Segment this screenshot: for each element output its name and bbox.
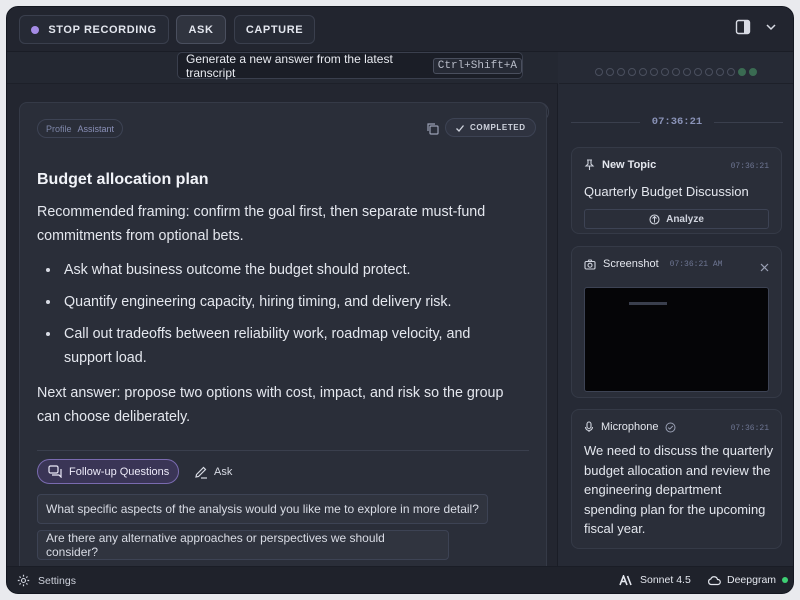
model-label: Sonnet 4.5 [640, 574, 691, 586]
answer-bullets: Ask what business outcome the budget sho… [37, 258, 507, 378]
microphone-header-label: Microphone [601, 421, 659, 433]
timeline-panel: 07:36:21 New Topic 07:36:21 Quarterly Bu… [559, 52, 793, 566]
transcription-provider[interactable]: Deepgram [707, 574, 789, 586]
audio-level-indicator [595, 68, 757, 76]
ask-tooltip: Generate a new answer from the latest tr… [177, 51, 523, 80]
close-icon[interactable] [760, 263, 769, 272]
app-window: STOP RECORDING ASK CAPTURE istant Profil… [6, 6, 794, 594]
topic-header: New Topic [584, 159, 656, 171]
analyze-icon [649, 213, 660, 225]
model-selector[interactable]: Sonnet 4.5 [619, 574, 691, 586]
screenshot-header: Screenshot 07:36:21 AM [584, 258, 722, 270]
answer-card: Profile Assistant COMPLETED Budget alloc… [19, 102, 547, 582]
stop-recording-button[interactable]: STOP RECORDING [19, 15, 169, 44]
timeline-time: 07:36:21 [651, 116, 703, 128]
topic-time: 07:36:21 [730, 162, 769, 171]
microphone-icon [584, 421, 594, 432]
microphone-time: 07:36:21 [730, 424, 769, 433]
chat-icon [48, 465, 62, 478]
check-circle-icon [665, 422, 676, 432]
list-item: Quantify engineering capacity, hiring ti… [37, 290, 507, 314]
ask-tab-label: Ask [214, 465, 233, 478]
topic-card: New Topic 07:36:21 Quarterly Budget Disc… [571, 147, 782, 234]
timeline-time-divider: 07:36:21 [571, 115, 784, 129]
status-text: COMPLETED [470, 123, 526, 132]
ask-button[interactable]: ASK [176, 15, 226, 44]
copy-icon[interactable] [426, 122, 439, 135]
answer-title: Budget allocation plan [37, 171, 209, 188]
screenshot-thumbnail[interactable] [584, 287, 769, 392]
microphone-header: Microphone [584, 421, 676, 433]
answer-intro: Recommended framing: confirm the goal fi… [37, 204, 486, 244]
camera-icon [584, 259, 596, 270]
recording-dot-icon [31, 25, 40, 34]
status-badge: COMPLETED [445, 118, 536, 137]
follow-up-questions-tab[interactable]: Follow-up Questions [37, 459, 179, 484]
question-text: What specific aspects of the analysis wo… [46, 502, 479, 516]
list-item: Ask what business outcome the budget sho… [37, 258, 507, 282]
pencil-icon [195, 466, 207, 479]
profile-pill-value: Assistant [77, 123, 115, 134]
stt-label: Deepgram [727, 574, 777, 586]
settings-label: Settings [38, 574, 76, 587]
question-text: Are there any alternative approaches or … [46, 531, 385, 559]
profile-pill-label: Profile [46, 123, 72, 134]
ask-label: ASK [188, 23, 214, 36]
topic-header-label: New Topic [602, 159, 657, 171]
list-item: Call out tradeoffs between reliability w… [37, 322, 507, 370]
connection-status-icon [782, 577, 789, 583]
screenshot-card: Screenshot 07:36:21 AM [571, 246, 782, 398]
stop-recording-label: STOP RECORDING [48, 23, 157, 36]
capture-button[interactable]: CAPTURE [234, 15, 315, 44]
screenshot-time: 07:36:21 AM [669, 259, 723, 269]
cloud-icon [708, 575, 721, 585]
transcript-text: We need to discuss the quarterly budget … [584, 443, 774, 537]
status-bar: Settings Sonnet 4.5 Deepgram [7, 566, 793, 593]
toggle-panel-icon[interactable] [735, 19, 751, 35]
settings-button[interactable]: Settings [17, 574, 76, 587]
top-toolbar: STOP RECORDING ASK CAPTURE [7, 7, 793, 52]
gear-icon [17, 574, 30, 587]
follow-up-question[interactable]: What specific aspects of the analysis wo… [37, 494, 488, 524]
pin-icon [584, 159, 595, 170]
screenshot-header-label: Screenshot [603, 258, 659, 270]
chevron-down-icon[interactable] [765, 21, 777, 33]
ask-tab[interactable]: Ask [194, 459, 232, 484]
anthropic-logo-icon [619, 574, 632, 585]
tooltip-shortcut: Ctrl+Shift+A [432, 57, 522, 74]
answer-panel: istant Profile Assistant COMPLETED Budge… [7, 52, 558, 582]
check-icon [456, 124, 465, 132]
analyze-button[interactable]: Analyze [584, 209, 769, 229]
answer-next: Next answer: propose two options with co… [37, 385, 504, 425]
tooltip-text: Generate a new answer from the latest tr… [186, 51, 393, 80]
analyze-label: Analyze [666, 213, 704, 225]
profile-pill[interactable]: Profile Assistant [37, 119, 124, 138]
topic-title: Quarterly Budget Discussion [584, 184, 749, 199]
capture-label: CAPTURE [245, 23, 304, 36]
microphone-card: Microphone 07:36:21 We need to discuss t… [571, 409, 782, 549]
divider [37, 450, 529, 451]
follow-up-questions-label: Follow-up Questions [69, 465, 170, 478]
follow-up-question[interactable]: Are there any alternative approaches or … [37, 530, 449, 560]
